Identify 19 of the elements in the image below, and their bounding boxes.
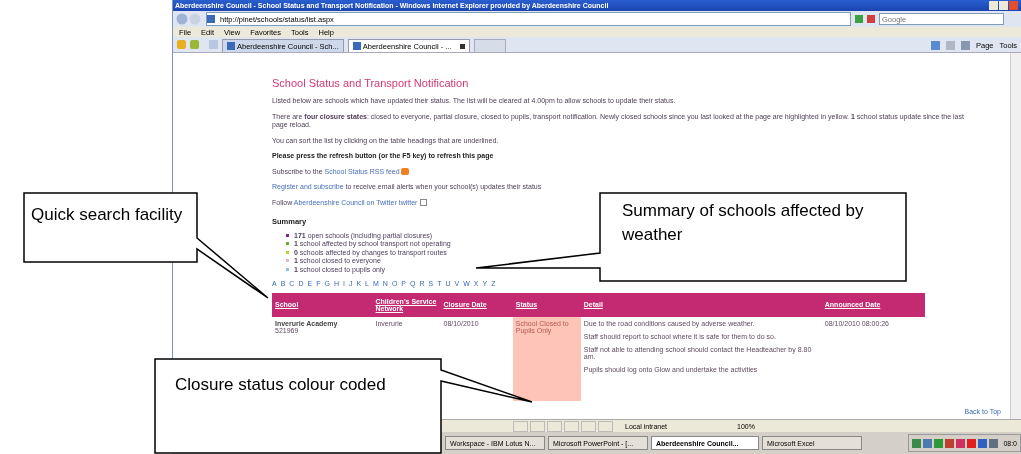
status-bar-pane bbox=[564, 420, 579, 432]
rss-feed-icon[interactable] bbox=[400, 168, 409, 176]
status-bar-pane bbox=[598, 420, 613, 432]
status-bar-pane bbox=[581, 420, 596, 432]
back-forward-icon[interactable] bbox=[176, 13, 202, 25]
page-icon bbox=[207, 15, 215, 23]
callout-text: Quick search facility bbox=[31, 204, 184, 226]
callout-text: Closure status colour coded bbox=[175, 374, 387, 396]
external-link-icon bbox=[420, 198, 428, 206]
window-controls-icon[interactable] bbox=[989, 1, 1019, 10]
callout-text: Summary of schools affected by weather bbox=[622, 200, 865, 246]
page-heading: School Status and Transport Notification bbox=[272, 77, 470, 89]
scrollbar[interactable] bbox=[1010, 53, 1021, 419]
tray-icons[interactable] bbox=[912, 437, 1001, 449]
status-bar-pane bbox=[530, 420, 545, 432]
status-bar-pane bbox=[513, 420, 528, 432]
new-tab-button[interactable] bbox=[473, 39, 506, 52]
status-bar-pane bbox=[547, 420, 562, 432]
tab-list-icon[interactable] bbox=[209, 40, 218, 49]
